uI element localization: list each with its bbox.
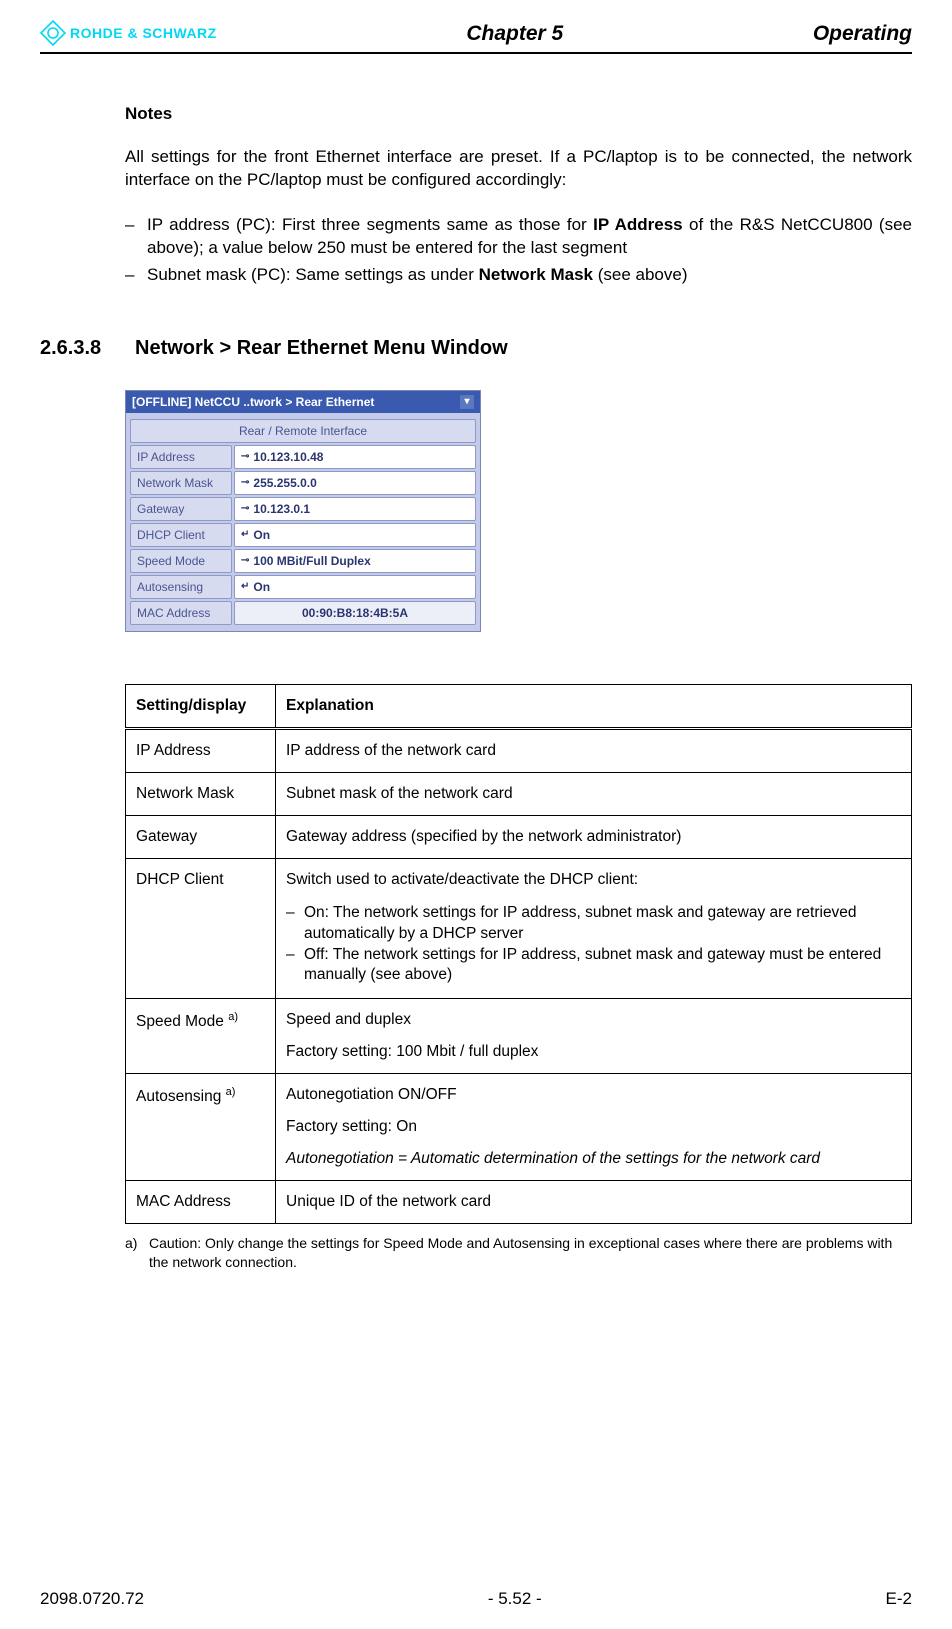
row-autosensing: Autosensing ↵ On [130,575,476,599]
row-gateway: Gateway ⊸ 10.123.0.1 [130,497,476,521]
footer-docnum: 2098.0720.72 [40,1589,144,1609]
value-ip[interactable]: ⊸ 10.123.10.48 [234,445,476,469]
key-icon: ⊸ [241,503,249,514]
td-setting: Speed Mode a) [126,999,276,1074]
header-section: Operating [813,22,912,46]
key-icon: ⊸ [241,451,249,462]
notes-item-ip: IP address (PC): First three segments sa… [125,214,912,260]
section-title: Network > Rear Ethernet Menu Window [135,337,508,360]
td-setting: Gateway [126,815,276,858]
key-icon: ⊸ [241,555,249,566]
key-icon: ⊸ [241,477,249,488]
label-speed: Speed Mode [130,549,232,573]
label-dhcp: DHCP Client [130,523,232,547]
td-setting: Autosensing a) [126,1074,276,1181]
label-gateway: Gateway [130,497,232,521]
td-explanation: IP address of the network card [276,728,912,772]
page-footer: 2098.0720.72 - 5.52 - E-2 [0,1589,952,1609]
chapter-title: Chapter 5 [217,22,813,46]
explanation-table: Setting/display Explanation IP Address I… [125,684,912,1225]
label-mac: MAC Address [130,601,232,625]
notes-heading: Notes [125,104,912,124]
value-speed[interactable]: ⊸ 100 MBit/Full Duplex [234,549,476,573]
label-autosensing: Autosensing [130,575,232,599]
td-explanation: Gateway address (specified by the networ… [276,815,912,858]
row-mac-address: MAC Address 00:90:B8:18:4B:5A [130,601,476,625]
group-header: Rear / Remote Interface [130,419,476,443]
brand-logo: ROHDE & SCHWARZ [40,20,217,46]
enter-icon: ↵ [241,581,249,592]
enter-icon: ↵ [241,529,249,540]
table-footnote: a) Caution: Only change the settings for… [125,1234,912,1270]
value-autosensing[interactable]: ↵ On [234,575,476,599]
value-mask[interactable]: ⊸ 255.255.0.0 [234,471,476,495]
section-heading: 2.6.3.8 Network > Rear Ethernet Menu Win… [40,337,912,360]
td-explanation: Subnet mask of the network card [276,772,912,815]
th-setting: Setting/display [126,684,276,728]
td-setting: MAC Address [126,1181,276,1224]
table-row: MAC Address Unique ID of the network car… [126,1181,912,1224]
table-row: Network Mask Subnet mask of the network … [126,772,912,815]
value-mac: 00:90:B8:18:4B:5A [234,601,476,625]
td-explanation: Autonegotiation ON/OFF Factory setting: … [276,1074,912,1181]
td-setting: DHCP Client [126,858,276,999]
page-header: ROHDE & SCHWARZ Chapter 5 Operating [40,20,912,54]
value-dhcp[interactable]: ↵ On [234,523,476,547]
td-setting: Network Mask [126,772,276,815]
td-explanation: Unique ID of the network card [276,1181,912,1224]
table-row: Gateway Gateway address (specified by th… [126,815,912,858]
row-dhcp-client: DHCP Client ↵ On [130,523,476,547]
label-ip: IP Address [130,445,232,469]
table-row: DHCP Client Switch used to activate/deac… [126,858,912,999]
rear-ethernet-window: [OFFLINE] NetCCU ..twork > Rear Ethernet… [125,390,481,632]
footer-rev: E-2 [886,1589,912,1609]
table-row: IP Address IP address of the network car… [126,728,912,772]
row-speed-mode: Speed Mode ⊸ 100 MBit/Full Duplex [130,549,476,573]
value-gateway[interactable]: ⊸ 10.123.0.1 [234,497,476,521]
section-number: 2.6.3.8 [40,337,135,360]
row-network-mask: Network Mask ⊸ 255.255.0.0 [130,471,476,495]
label-mask: Network Mask [130,471,232,495]
th-explanation: Explanation [276,684,912,728]
rs-logo-icon [40,20,66,46]
dropdown-arrow-icon[interactable]: ▾ [460,395,474,409]
notes-item-mask: Subnet mask (PC): Same settings as under… [125,264,912,287]
table-row: Autosensing a) Autonegotiation ON/OFF Fa… [126,1074,912,1181]
td-setting: IP Address [126,728,276,772]
brand-name: ROHDE & SCHWARZ [70,25,217,41]
window-titlebar: [OFFLINE] NetCCU ..twork > Rear Ethernet… [126,391,480,413]
table-row: Speed Mode a) Speed and duplex Factory s… [126,999,912,1074]
notes-list: IP address (PC): First three segments sa… [125,214,912,287]
window-body: Rear / Remote Interface IP Address ⊸ 10.… [126,413,480,631]
window-title: [OFFLINE] NetCCU ..twork > Rear Ethernet [132,395,374,409]
footer-pagenum: - 5.52 - [488,1589,542,1609]
row-ip-address: IP Address ⊸ 10.123.10.48 [130,445,476,469]
td-explanation: Switch used to activate/deactivate the D… [276,858,912,999]
td-explanation: Speed and duplex Factory setting: 100 Mb… [276,999,912,1074]
notes-intro: All settings for the front Ethernet inte… [125,146,912,192]
